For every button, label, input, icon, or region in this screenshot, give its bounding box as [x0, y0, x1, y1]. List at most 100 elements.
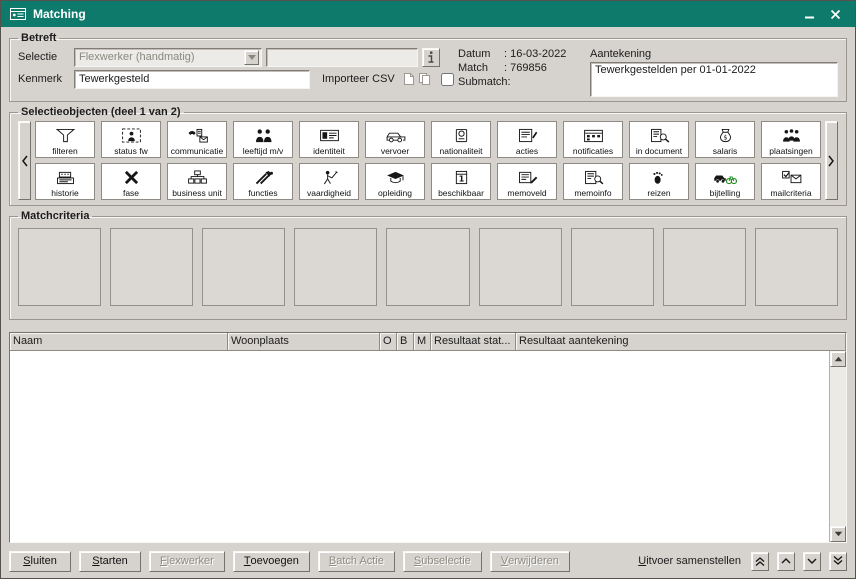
verwijderen-button[interactable]: Verwijderen	[490, 551, 570, 572]
selectieobject-business-unit[interactable]: business unit	[167, 163, 227, 200]
column-header-b[interactable]: B	[397, 333, 414, 351]
betreft-group: Betreft Selectie Flexwerker (handmatig)	[9, 32, 847, 102]
minimize-button[interactable]	[799, 4, 819, 24]
vertical-scrollbar[interactable]	[829, 351, 846, 542]
scroll-right-button[interactable]	[825, 121, 838, 200]
selectieobject-communicatie[interactable]: communicatie	[167, 121, 227, 158]
move-up-button[interactable]	[777, 552, 795, 571]
selectieobject-identiteit[interactable]: identiteit	[299, 121, 359, 158]
titlebar[interactable]: Matching	[1, 1, 855, 27]
selectieobject-filteren[interactable]: filteren	[35, 121, 95, 158]
phase-x-icon	[120, 165, 143, 189]
matchcriteria-slot[interactable]	[755, 228, 838, 306]
minimize-icon	[804, 9, 815, 20]
toevoegen-button[interactable]: Toevoegen	[233, 551, 310, 572]
matchcriteria-slot[interactable]	[110, 228, 193, 306]
info-button[interactable]	[422, 48, 440, 67]
selectieobject-plaatsingen[interactable]: plaatsingen	[761, 121, 821, 158]
selectieobject-notificaties[interactable]: notificaties	[563, 121, 623, 158]
scroll-left-button[interactable]	[18, 121, 31, 200]
import-csv-file-icon[interactable]	[403, 72, 415, 86]
matchcriteria-legend: Matchcriteria	[18, 210, 92, 222]
uitvoer-samenstellen-label: Uitvoer samenstellen	[638, 555, 741, 567]
column-header-o[interactable]: O	[380, 333, 397, 351]
selectieobject-vaardigheid[interactable]: vaardigheid	[299, 163, 359, 200]
datum-label: Datum	[458, 48, 504, 60]
starten-button[interactable]: Starten	[79, 551, 141, 572]
selectieobject-opleiding[interactable]: opleiding	[365, 163, 425, 200]
matchcriteria-slot[interactable]	[663, 228, 746, 306]
selectieobject-salaris[interactable]: $ salaris	[695, 121, 755, 158]
move-bottom-button[interactable]	[829, 552, 847, 571]
selectieobject-beschikbaar[interactable]: 1 beschikbaar	[431, 163, 491, 200]
selectieobject-leeftijd[interactable]: leeftijd m/v	[233, 121, 293, 158]
travel-footprint-icon	[648, 165, 671, 189]
move-up-icon	[779, 554, 793, 568]
mail-criteria-icon	[780, 165, 803, 189]
selectieobject-reizen[interactable]: reizen	[629, 163, 689, 200]
scroll-down-button[interactable]	[830, 526, 846, 542]
matchcriteria-slot[interactable]	[571, 228, 654, 306]
move-bottom-icon	[831, 554, 845, 568]
placements-people-icon	[780, 123, 803, 147]
sluiten-button[interactable]: Sluiten	[9, 551, 71, 572]
matchcriteria-slot[interactable]	[202, 228, 285, 306]
company-car-bike-icon	[712, 165, 738, 189]
org-chart-icon	[186, 165, 209, 189]
selectie-extra-input[interactable]	[266, 48, 418, 67]
move-top-button[interactable]	[751, 552, 769, 571]
selectieobject-fase[interactable]: fase	[101, 163, 161, 200]
selectieobject-status-fw[interactable]: status fw	[101, 121, 161, 158]
selectieobject-vervoer[interactable]: vervoer	[365, 121, 425, 158]
column-header-resultaat-status[interactable]: Resultaat stat...	[431, 333, 516, 351]
selectieobject-nationaliteit[interactable]: nationaliteit	[431, 121, 491, 158]
available-calendar-icon: 1	[450, 165, 473, 189]
matchcriteria-slot[interactable]	[18, 228, 101, 306]
importeer-csv-checkbox[interactable]	[441, 73, 454, 86]
table-rows[interactable]	[10, 351, 829, 542]
svg-text:$: $	[723, 133, 727, 141]
scroll-right-icon	[827, 154, 836, 168]
selectie-label: Selectie	[18, 51, 70, 63]
submatch-label: Submatch:	[458, 76, 504, 88]
filter-icon	[54, 123, 77, 147]
scrollbar-track[interactable]	[830, 367, 846, 526]
memo-info-icon	[582, 165, 605, 189]
salary-moneybag-icon: $	[714, 123, 737, 147]
flexwerker-button[interactable]: Flexwerker	[149, 551, 225, 572]
scroll-up-icon	[834, 356, 843, 362]
batch-actie-button[interactable]: Batch Actie	[318, 551, 395, 572]
close-button[interactable]	[825, 4, 845, 24]
chevron-down-icon[interactable]	[244, 50, 259, 65]
move-down-button[interactable]	[803, 552, 821, 571]
matchcriteria-slot[interactable]	[294, 228, 377, 306]
column-header-m[interactable]: M	[414, 333, 431, 351]
column-header-woonplaats[interactable]: Woonplaats	[228, 333, 380, 351]
selectieobject-historie[interactable]: historie	[35, 163, 95, 200]
selectieobject-acties[interactable]: acties	[497, 121, 557, 158]
kenmerk-input[interactable]	[74, 70, 310, 89]
selectieobjecten-legend: Selectieobjecten (deel 1 van 2)	[18, 106, 184, 118]
import-csv-copy-icon[interactable]	[418, 72, 431, 86]
column-header-naam[interactable]: Naam	[10, 333, 228, 351]
selectie-dropdown[interactable]: Flexwerker (handmatig)	[74, 48, 262, 67]
selectieobject-mailcriteria[interactable]: mailcriteria	[761, 163, 821, 200]
identity-card-icon	[318, 123, 341, 147]
selectieobject-memoveld[interactable]: memoveld	[497, 163, 557, 200]
matchcriteria-slot[interactable]	[479, 228, 562, 306]
aantekening-box[interactable]: Tewerkgestelden per 01-01-2022	[590, 62, 838, 97]
notifications-calendar-icon	[582, 123, 605, 147]
selectieobject-functies[interactable]: functies	[233, 163, 293, 200]
selectieobject-in-document[interactable]: in document	[629, 121, 689, 158]
functions-tools-icon	[252, 165, 275, 189]
selectieobject-memoinfo[interactable]: memoinfo	[563, 163, 623, 200]
status-selection-icon	[120, 123, 143, 147]
column-header-resultaat-aantekening[interactable]: Resultaat aantekening	[516, 333, 846, 351]
scroll-left-icon	[20, 154, 29, 168]
subselectie-button[interactable]: Subselectie	[403, 551, 482, 572]
selectieobject-bijtelling[interactable]: bijtelling	[695, 163, 755, 200]
scroll-up-button[interactable]	[830, 351, 846, 367]
matchcriteria-slot[interactable]	[386, 228, 469, 306]
document-search-icon	[648, 123, 671, 147]
footer-bar: Sluiten Starten Flexwerker Toevoegen Bat…	[9, 550, 847, 572]
